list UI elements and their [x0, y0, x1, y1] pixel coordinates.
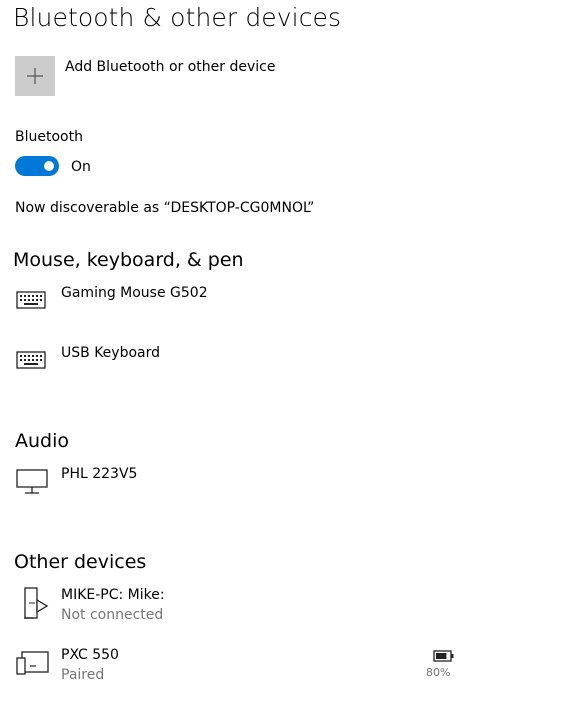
device-name[interactable]: PXC 550 — [61, 646, 119, 664]
keyboard-icon — [16, 291, 46, 309]
device-item-usb-keyboard[interactable] — [15, 345, 49, 375]
device-item-pxc-550[interactable] — [15, 648, 49, 678]
battery-level-fill — [436, 653, 447, 659]
device-name[interactable]: USB Keyboard — [61, 344, 160, 362]
battery-percentage: 80% — [426, 666, 451, 679]
phone-media-icon — [24, 587, 49, 619]
bluetooth-toggle[interactable] — [15, 156, 59, 176]
bluetooth-toggle-state: On — [71, 159, 91, 175]
discoverable-text: Now discoverable as “DESKTOP-CG0MNOL” — [15, 200, 315, 216]
bluetooth-label: Bluetooth — [15, 129, 83, 145]
section-title-input: Mouse, keyboard, & pen — [13, 249, 244, 271]
device-name[interactable]: PHL 223V5 — [61, 465, 137, 483]
device-name[interactable]: MIKE-PC: Mike: — [61, 586, 165, 604]
add-device-button[interactable] — [15, 56, 55, 96]
device-status: Not connected — [61, 607, 164, 623]
battery-icon — [430, 648, 456, 667]
section-title-other: Other devices — [14, 551, 147, 573]
page-title: Bluetooth & other devices — [13, 3, 342, 32]
devices-icon — [16, 651, 49, 675]
plus-icon — [27, 68, 43, 84]
keyboard-icon — [16, 351, 46, 369]
add-device-label[interactable]: Add Bluetooth or other device — [65, 58, 275, 76]
section-title-audio: Audio — [15, 430, 70, 452]
toggle-knob — [44, 161, 54, 171]
device-name[interactable]: Gaming Mouse G502 — [61, 284, 208, 302]
device-item-mike-pc[interactable] — [15, 586, 49, 622]
monitor-icon — [16, 469, 48, 494]
device-item-phl-223v5[interactable] — [15, 466, 49, 496]
device-status: Paired — [61, 667, 105, 683]
device-item-gaming-mouse[interactable] — [15, 285, 49, 315]
